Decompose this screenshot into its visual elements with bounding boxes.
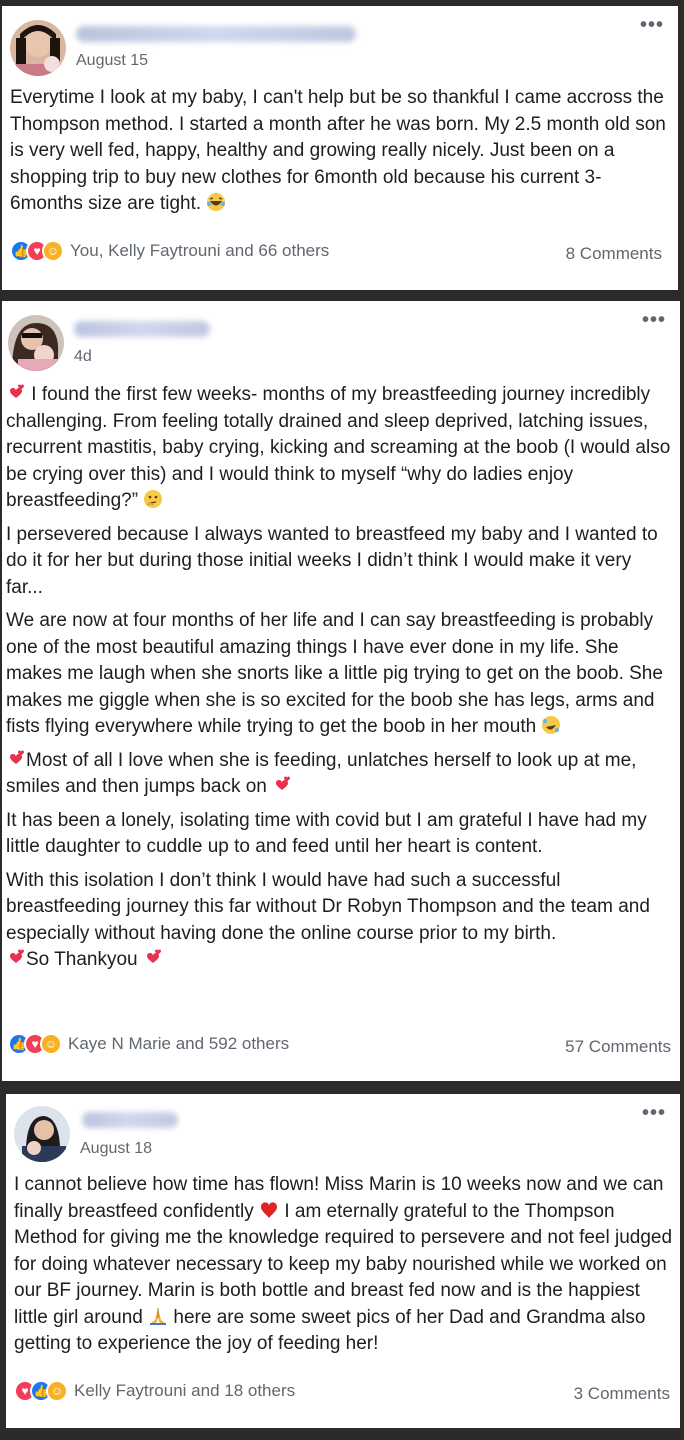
comments-count[interactable]: 3 Comments	[574, 1384, 670, 1404]
red-heart-icon	[261, 1201, 278, 1218]
post-paragraph: I found the first few weeks- months of m…	[6, 382, 672, 515]
two-hearts-icon	[10, 384, 24, 398]
comments-count[interactable]: 8 Comments	[566, 244, 662, 264]
post-paragraph: Everytime I look at my baby, I can't hel…	[10, 85, 670, 218]
care-icon: ☺	[42, 240, 64, 262]
laughing-emoji-icon	[207, 193, 226, 211]
post-card-2: ••• 4d I found the first few weeks- mont…	[2, 301, 680, 1081]
reactions-text[interactable]: Kelly Faytrouni and 18 others	[74, 1381, 295, 1401]
post-paragraph: I cannot believe how time has flown! Mis…	[14, 1172, 674, 1358]
post-paragraph: With this isolation I don’t think I woul…	[6, 868, 672, 974]
post-paragraph-text: I found the first few weeks- months of m…	[6, 384, 671, 511]
more-options-icon[interactable]: •••	[642, 310, 666, 330]
more-options-icon[interactable]: •••	[642, 1103, 666, 1123]
post-paragraph: We are now at four months of her life an…	[6, 608, 672, 741]
reactions-text[interactable]: You, Kelly Faytrouni and 66 others	[70, 241, 329, 261]
reactions-text[interactable]: Kaye N Marie and 592 others	[68, 1034, 289, 1054]
post-body: Everytime I look at my baby, I can't hel…	[10, 85, 670, 225]
post-paragraph: It has been a lonely, isolating time wit…	[6, 809, 647, 858]
post-paragraph: Most of all I love when she is feeding, …	[6, 748, 672, 801]
post-date[interactable]: August 18	[80, 1140, 152, 1158]
avatar[interactable]	[10, 20, 66, 76]
post-paragraph-text: Everytime I look at my baby, I can't hel…	[10, 87, 666, 214]
care-icon: ☺	[46, 1380, 68, 1402]
two-hearts-icon	[10, 750, 24, 764]
thinking-face-icon	[144, 490, 163, 508]
praying-hands-icon	[150, 1307, 167, 1325]
avatar[interactable]	[8, 315, 64, 371]
post-paragraph-text: So Thankyou	[26, 949, 138, 970]
post-paragraph-text: Most of all I love when she is feeding, …	[6, 749, 637, 798]
comments-count[interactable]: 57 Comments	[565, 1037, 671, 1057]
post-card-1: ••• August 15 Everytime I look at my bab…	[2, 6, 678, 290]
care-icon: ☺	[40, 1033, 62, 1055]
post-paragraph: I persevered because I always wanted to …	[6, 523, 658, 598]
reactions-summary[interactable]: 👍 ♥ ☺ You, Kelly Faytrouni and 66 others	[10, 240, 329, 262]
author-name-blurred[interactable]	[74, 321, 210, 337]
post-paragraph-text: With this isolation I don’t think I woul…	[6, 869, 650, 944]
rolling-laughing-emoji-icon	[542, 716, 561, 734]
post-body: I found the first few weeks- months of m…	[6, 382, 672, 974]
post-card-3: ••• August 18 I cannot believe how time …	[6, 1094, 680, 1428]
two-hearts-icon	[276, 776, 291, 790]
author-name-blurred[interactable]	[82, 1112, 178, 1128]
reactions-summary[interactable]: ♥ 👍 ☺ Kelly Faytrouni and 18 others	[14, 1380, 295, 1402]
two-hearts-icon	[146, 949, 161, 963]
two-hearts-icon	[10, 949, 24, 963]
post-date[interactable]: 4d	[74, 348, 92, 366]
avatar[interactable]	[14, 1106, 70, 1162]
more-options-icon[interactable]: •••	[640, 15, 664, 35]
post-date[interactable]: August 15	[76, 52, 148, 70]
post-paragraph-text: We are now at four months of her life an…	[6, 610, 663, 737]
author-name-blurred[interactable]	[76, 26, 356, 42]
reactions-summary[interactable]: 👍 ♥ ☺ Kaye N Marie and 592 others	[8, 1033, 289, 1055]
post-body: I cannot believe how time has flown! Mis…	[14, 1172, 674, 1365]
